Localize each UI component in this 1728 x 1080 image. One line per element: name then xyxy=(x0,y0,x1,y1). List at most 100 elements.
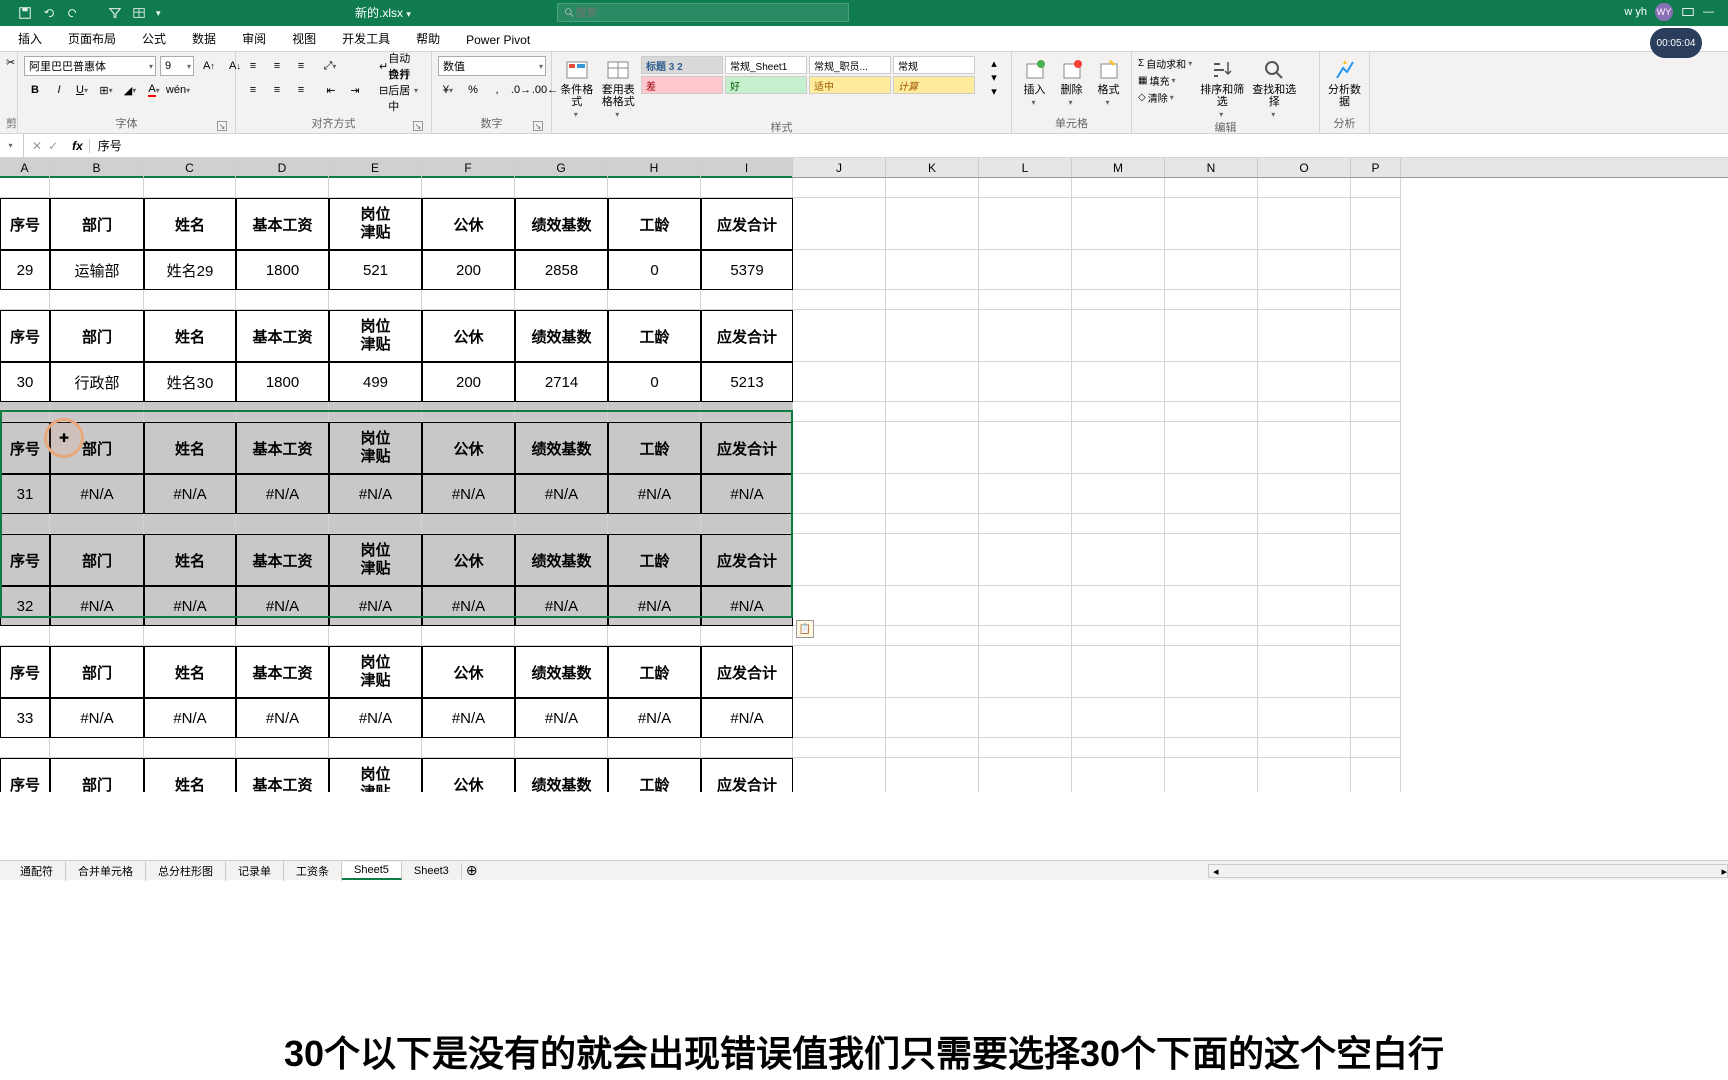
data-cell[interactable]: #N/A xyxy=(515,698,608,738)
align-left-icon[interactable]: ≡ xyxy=(242,80,264,100)
blank-cell[interactable] xyxy=(1258,626,1351,646)
header-cell[interactable]: 公休 xyxy=(422,310,515,362)
blank-cell[interactable] xyxy=(0,178,50,198)
number-launcher-icon[interactable]: ↘ xyxy=(533,121,543,131)
col-header-b[interactable]: B xyxy=(50,158,144,177)
blank-cell[interactable] xyxy=(236,738,329,758)
empty-cell[interactable] xyxy=(1165,586,1258,626)
blank-cell[interactable] xyxy=(515,178,608,198)
sheet-tab-gongzitiao[interactable]: 工资条 xyxy=(284,861,342,881)
blank-cell[interactable] xyxy=(1165,290,1258,310)
search-box[interactable] xyxy=(557,3,849,22)
data-cell[interactable]: #N/A xyxy=(608,586,701,626)
style-bad[interactable]: 差 xyxy=(641,76,723,94)
data-cell[interactable]: 1800 xyxy=(236,362,329,402)
tab-page-layout[interactable]: 页面布局 xyxy=(64,26,120,51)
empty-cell[interactable] xyxy=(793,474,886,514)
underline-button[interactable]: U▾ xyxy=(72,80,94,100)
data-cell[interactable]: 200 xyxy=(422,362,515,402)
formula-input[interactable]: 序号 xyxy=(90,137,1728,154)
empty-cell[interactable] xyxy=(793,362,886,402)
data-cell[interactable]: 2714 xyxy=(515,362,608,402)
header-cell[interactable]: 工龄 xyxy=(608,534,701,586)
header-cell[interactable]: 工龄 xyxy=(608,758,701,792)
blank-cell[interactable] xyxy=(144,738,236,758)
empty-cell[interactable] xyxy=(979,758,1072,792)
tab-data[interactable]: 数据 xyxy=(188,26,220,51)
empty-cell[interactable] xyxy=(1351,698,1401,738)
col-header-d[interactable]: D xyxy=(236,158,329,177)
style-normal-sheet1[interactable]: 常规_Sheet1 xyxy=(725,56,807,74)
blank-cell[interactable] xyxy=(1351,738,1401,758)
header-cell[interactable]: 公休 xyxy=(422,646,515,698)
data-cell[interactable]: #N/A xyxy=(701,698,793,738)
increase-font-icon[interactable]: A↑ xyxy=(198,56,220,76)
data-cell[interactable]: 姓名30 xyxy=(144,362,236,402)
blank-cell[interactable] xyxy=(1165,514,1258,534)
data-cell[interactable]: 5213 xyxy=(701,362,793,402)
empty-cell[interactable] xyxy=(793,250,886,290)
blank-cell[interactable] xyxy=(144,626,236,646)
header-cell[interactable]: 姓名 xyxy=(144,198,236,250)
empty-cell[interactable] xyxy=(886,474,979,514)
empty-cell[interactable] xyxy=(1258,310,1351,362)
fill-button[interactable]: ▦ 填充▾ xyxy=(1138,73,1194,88)
data-cell[interactable]: #N/A xyxy=(236,698,329,738)
number-format-select[interactable]: 数值▾ xyxy=(438,56,546,76)
data-cell[interactable]: 33 xyxy=(0,698,50,738)
blank-cell[interactable] xyxy=(422,514,515,534)
blank-cell[interactable] xyxy=(886,738,979,758)
empty-cell[interactable] xyxy=(1258,422,1351,474)
col-header-l[interactable]: L xyxy=(979,158,1072,177)
blank-cell[interactable] xyxy=(979,290,1072,310)
style-good[interactable]: 好 xyxy=(725,76,807,94)
data-cell[interactable]: 200 xyxy=(422,250,515,290)
header-cell[interactable]: 应发合计 xyxy=(701,534,793,586)
empty-cell[interactable] xyxy=(1072,646,1165,698)
blank-cell[interactable] xyxy=(236,178,329,198)
align-center-icon[interactable]: ≡ xyxy=(266,80,288,100)
data-cell[interactable]: 30 xyxy=(0,362,50,402)
header-cell[interactable]: 序号 xyxy=(0,758,50,792)
header-cell[interactable]: 序号 xyxy=(0,310,50,362)
cell-styles-gallery[interactable]: 标题 3 2 常规_Sheet1 常规_职员... 常规 差 好 适中 计算 xyxy=(641,56,975,94)
empty-cell[interactable] xyxy=(1165,534,1258,586)
blank-cell[interactable] xyxy=(1072,402,1165,422)
data-cell[interactable]: #N/A xyxy=(422,586,515,626)
blank-cell[interactable] xyxy=(608,514,701,534)
empty-cell[interactable] xyxy=(1351,586,1401,626)
style-normal-zhiyuan[interactable]: 常规_职员... xyxy=(809,56,891,74)
sort-filter-button[interactable]: 排序和筛选▾ xyxy=(1198,56,1246,119)
align-top-icon[interactable]: ≡ xyxy=(242,56,264,76)
style-scroll-down-icon[interactable]: ▾ xyxy=(983,70,1005,84)
increase-indent-icon[interactable]: ⇥ xyxy=(344,80,366,100)
comma-format-icon[interactable]: , xyxy=(486,80,508,100)
empty-cell[interactable] xyxy=(1072,586,1165,626)
blank-cell[interactable] xyxy=(1165,626,1258,646)
empty-cell[interactable] xyxy=(1351,198,1401,250)
header-cell[interactable]: 姓名 xyxy=(144,758,236,792)
empty-cell[interactable] xyxy=(1258,362,1351,402)
empty-cell[interactable] xyxy=(1072,362,1165,402)
blank-cell[interactable] xyxy=(329,514,422,534)
paste-options-icon[interactable]: 📋 xyxy=(796,620,814,638)
fill-color-button[interactable]: ◢▾ xyxy=(120,80,142,100)
style-calc[interactable]: 计算 xyxy=(893,76,975,94)
enter-formula-icon[interactable]: ✓ xyxy=(48,139,58,153)
increase-decimal-icon[interactable]: .0→ xyxy=(510,80,532,100)
col-header-o[interactable]: O xyxy=(1258,158,1351,177)
header-cell[interactable]: 公休 xyxy=(422,422,515,474)
header-cell[interactable]: 基本工资 xyxy=(236,646,329,698)
style-neutral[interactable]: 适中 xyxy=(809,76,891,94)
empty-cell[interactable] xyxy=(979,534,1072,586)
header-cell[interactable]: 绩效基数 xyxy=(515,198,608,250)
blank-cell[interactable] xyxy=(144,290,236,310)
col-header-k[interactable]: K xyxy=(886,158,979,177)
conditional-format-button[interactable]: 条件格式▾ xyxy=(558,56,596,119)
blank-cell[interactable] xyxy=(1072,626,1165,646)
header-cell[interactable]: 应发合计 xyxy=(701,758,793,792)
fx-icon[interactable]: fx xyxy=(66,139,90,153)
blank-cell[interactable] xyxy=(0,514,50,534)
blank-cell[interactable] xyxy=(50,626,144,646)
empty-cell[interactable] xyxy=(793,534,886,586)
